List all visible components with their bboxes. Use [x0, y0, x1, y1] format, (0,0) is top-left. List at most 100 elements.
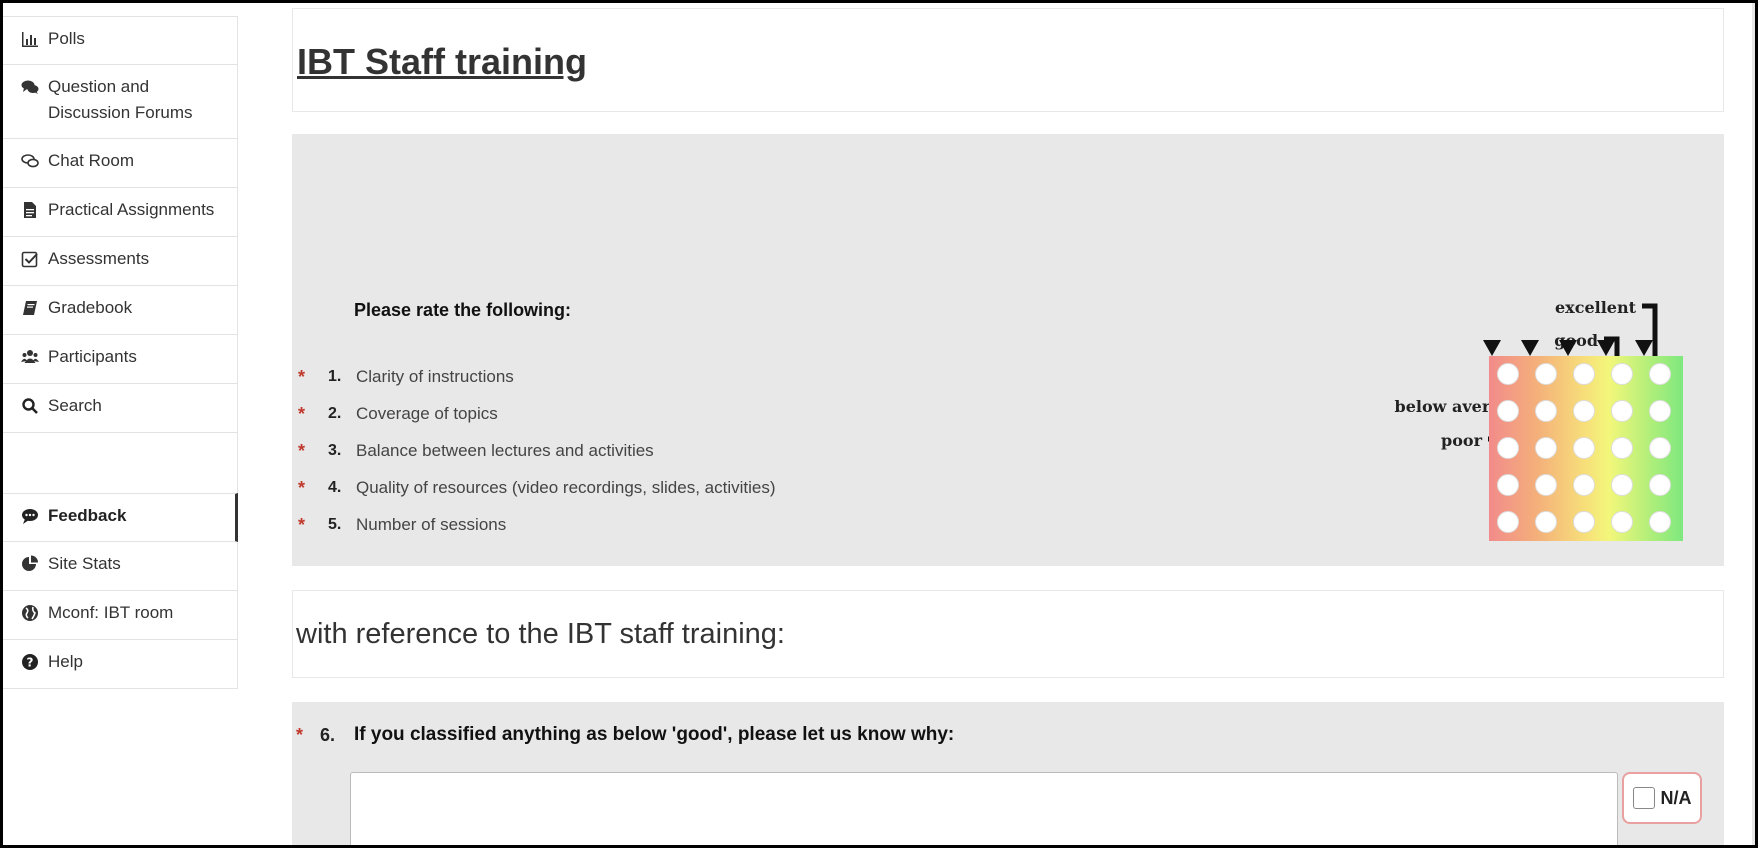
rating-radio-q1-excellent[interactable]	[1649, 363, 1671, 385]
sidebar-item-label: Mconf: IBT room	[48, 603, 174, 622]
rating-radio-q4-excellent[interactable]	[1649, 474, 1671, 496]
book-icon	[19, 298, 41, 318]
globe-icon	[19, 603, 41, 623]
sidebar-spacer	[0, 433, 238, 493]
question-6-label: * 6. If you classified anything as below…	[296, 724, 954, 746]
rating-radio-q4-average[interactable]	[1573, 474, 1595, 496]
required-marker: *	[298, 366, 306, 387]
rating-radio-q5-excellent[interactable]	[1649, 511, 1671, 533]
sidebar-item-label: Chat Room	[48, 151, 134, 170]
required-marker: *	[298, 403, 306, 424]
search-icon	[19, 396, 41, 416]
rating-radio-q2-average[interactable]	[1573, 400, 1595, 422]
question-row: * 4. Quality of resources (video recordi…	[298, 473, 776, 503]
document-icon	[19, 200, 41, 220]
question-number: 6.	[320, 724, 336, 745]
rating-panel: Please rate the following: * 1. Clarity …	[292, 134, 1724, 566]
na-checkbox[interactable]	[1632, 787, 1655, 809]
rating-header: Please rate the following:	[354, 300, 572, 320]
sidebar-item-label: Question and Discussion Forums	[48, 77, 193, 122]
sidebar-item-search[interactable]: Search	[0, 384, 238, 433]
required-marker: *	[296, 724, 304, 745]
rating-grid	[1489, 356, 1683, 541]
sidebar-item-forums[interactable]: Question and Discussion Forums	[0, 65, 238, 139]
check-square-icon	[19, 249, 41, 269]
na-option[interactable]: N/A	[1622, 772, 1702, 824]
sidebar-item-label: Feedback	[48, 506, 127, 525]
rating-radio-q1-good[interactable]	[1611, 363, 1633, 385]
sidebar-item-site-stats[interactable]: Site Stats	[0, 542, 238, 591]
question-text: If you classified anything as below 'goo…	[354, 724, 955, 745]
sidebar-item-chat-room[interactable]: Chat Room	[0, 139, 238, 188]
sidebar-item-label: Search	[48, 396, 102, 415]
sidebar-item-label: Site Stats	[48, 554, 121, 573]
rating-radio-q5-good[interactable]	[1611, 511, 1633, 533]
arrowhead-average	[1559, 340, 1577, 356]
sidebar-item-label: Practical Assignments	[48, 200, 215, 219]
rating-radio-q1-poor[interactable]	[1497, 363, 1519, 385]
reference-panel: with reference to the IBT staff training…	[292, 590, 1724, 678]
rating-radio-q4-good[interactable]	[1611, 474, 1633, 496]
sidebar-item-help[interactable]: ? Help	[0, 640, 238, 689]
rating-radio-q1-below-average[interactable]	[1535, 363, 1557, 385]
question-text: Balance between lectures and activities	[356, 441, 654, 460]
question-text: Coverage of topics	[356, 404, 498, 423]
chat-icon	[19, 151, 41, 171]
question-row: * 3. Balance between lectures and activi…	[298, 436, 654, 466]
pie-chart-icon	[19, 554, 41, 574]
sidebar-item-label: Assessments	[48, 249, 150, 268]
question-text: Number of sessions	[356, 515, 507, 534]
rating-radio-q3-poor[interactable]	[1497, 437, 1519, 459]
scale-label-excellent: excellent	[1555, 298, 1637, 317]
question-row: * 2. Coverage of topics	[298, 399, 498, 429]
comments-icon	[19, 77, 41, 97]
required-marker: *	[298, 477, 306, 498]
sidebar-item-feedback[interactable]: Feedback	[0, 493, 238, 542]
rating-radio-q2-below-average[interactable]	[1535, 400, 1557, 422]
sidebar-item-label: Gradebook	[48, 298, 133, 317]
rating-radio-q2-good[interactable]	[1611, 400, 1633, 422]
question-row: * 5. Number of sessions	[298, 510, 506, 540]
question-6-panel: * 6. If you classified anything as below…	[292, 702, 1724, 848]
rating-radio-q5-poor[interactable]	[1497, 511, 1519, 533]
question-row: * 1. Clarity of instructions	[298, 362, 514, 392]
scale-label-poor: poor	[1441, 431, 1483, 450]
rating-radio-q2-poor[interactable]	[1497, 400, 1519, 422]
rating-radio-q5-average[interactable]	[1573, 511, 1595, 533]
arrowhead-excellent	[1635, 340, 1653, 356]
rating-radio-q4-below-average[interactable]	[1535, 474, 1557, 496]
question-number: 3.	[328, 442, 342, 459]
sidebar-item-gradebook[interactable]: Gradebook	[0, 286, 238, 335]
rating-radio-q5-below-average[interactable]	[1535, 511, 1557, 533]
sidebar-item-polls[interactable]: Polls	[0, 16, 238, 65]
rating-radio-q3-below-average[interactable]	[1535, 437, 1557, 459]
question-number: 2.	[328, 405, 342, 422]
title-panel: IBT Staff training	[292, 8, 1724, 112]
question-number: 5.	[328, 516, 342, 533]
page-title: IBT Staff training	[297, 41, 587, 82]
svg-text:?: ?	[27, 656, 34, 670]
question-6-textarea[interactable]	[350, 772, 1618, 848]
sidebar-item-participants[interactable]: Participants	[0, 335, 238, 384]
arrowhead-below-average	[1521, 340, 1539, 356]
sidebar-item-label: Help	[48, 652, 83, 671]
reference-text: with reference to the IBT staff training…	[296, 618, 785, 650]
rating-radio-q3-good[interactable]	[1611, 437, 1633, 459]
sidebar-item-practical-assignments[interactable]: Practical Assignments	[0, 188, 238, 237]
sidebar: Polls Question and Discussion Forums Cha…	[0, 16, 238, 689]
sidebar-item-mconf-ibt-room[interactable]: Mconf: IBT room	[0, 591, 238, 640]
bar-chart-icon	[19, 29, 41, 49]
arrowhead-good	[1597, 340, 1615, 356]
na-label: N/A	[1660, 787, 1692, 808]
rating-radio-q4-poor[interactable]	[1497, 474, 1519, 496]
sidebar-item-assessments[interactable]: Assessments	[0, 237, 238, 286]
required-marker: *	[298, 514, 306, 535]
rating-radio-q3-average[interactable]	[1573, 437, 1595, 459]
required-marker: *	[298, 440, 306, 461]
users-icon	[19, 347, 41, 367]
rating-radio-q1-average[interactable]	[1573, 363, 1595, 385]
rating-radio-q3-excellent[interactable]	[1649, 437, 1671, 459]
arrowhead-poor	[1483, 340, 1501, 356]
sidebar-item-label: Polls	[48, 29, 85, 48]
rating-radio-q2-excellent[interactable]	[1649, 400, 1671, 422]
